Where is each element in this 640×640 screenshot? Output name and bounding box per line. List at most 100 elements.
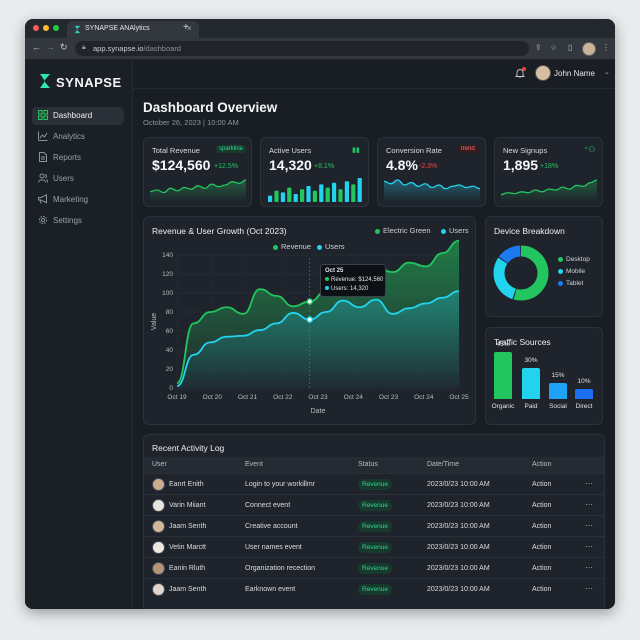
spark-bar	[312, 190, 317, 202]
users-icon	[38, 173, 48, 183]
spark-bar	[293, 194, 298, 202]
kpi-value: 1,895	[503, 157, 539, 173]
revenue-sparkline	[150, 179, 246, 202]
status-badge: Revenue	[358, 521, 393, 532]
new-tab-button[interactable]: +	[183, 22, 189, 33]
sidebar-item-reports[interactable]: Reports	[32, 149, 124, 167]
maximize-window-button[interactable]	[53, 25, 59, 31]
spark-bar	[325, 187, 330, 202]
sidebar-item-label: Marketing	[53, 195, 89, 204]
tooltip-users-text: Users: 14,320	[331, 286, 369, 292]
url-text: app.synapse.io/dashboard	[93, 44, 181, 53]
more-options-icon[interactable]: ···	[585, 521, 593, 530]
action-link[interactable]: Action	[532, 586, 551, 593]
column-header[interactable]: User	[152, 461, 167, 468]
table-row[interactable]: Jaam Senth Creative account Revenue 2023…	[144, 515, 604, 537]
action-link[interactable]: Action	[532, 481, 551, 488]
menu-kebab-icon[interactable]: ⋮	[602, 43, 610, 52]
device-breakdown-card: Device Breakdown Desktop Mobile Tablet	[485, 216, 603, 317]
kpi-card-active-users[interactable]: Active Users ▮▮ 14,320 +8.1%	[260, 137, 369, 207]
cell-datetime: 2023/0/23 10:00 AM	[427, 502, 490, 509]
url-field[interactable]: 🔒︎ app.synapse.io/dashboard	[75, 41, 529, 56]
more-options-icon[interactable]: ···	[585, 584, 593, 593]
status-badge: Revenue	[358, 542, 393, 553]
reload-icon[interactable]: ↻	[60, 42, 68, 53]
signups-sparkline	[501, 179, 597, 202]
spark-bar	[344, 181, 349, 202]
gear-icon	[38, 215, 48, 225]
traffic-bar-social[interactable]	[549, 383, 567, 399]
chart-tooltip: Oct 25 Revenue: $124,560 Users: 14,320	[320, 264, 386, 297]
traffic-bar-paid[interactable]	[522, 367, 540, 399]
kpi-card-signups[interactable]: New Signups ⁺⚇ 1,895 +18%	[494, 137, 603, 207]
bookmark-star-icon[interactable]: ☆	[550, 43, 557, 52]
column-header[interactable]: Date/Time	[427, 461, 459, 468]
kpi-card-revenue[interactable]: Total Revenue sparkline $124,560 +12.5%	[143, 137, 252, 207]
kpi-card-conversion[interactable]: Conversion Rate trend 4.8% -2.3%	[377, 137, 486, 207]
more-options-icon[interactable]: ···	[585, 500, 593, 509]
avatar	[152, 478, 165, 491]
device-legend-mobile: Mobile	[558, 268, 585, 275]
revenue-growth-chart[interactable]: 0 20 40 60 80 100 120 140 Oct 19 Oct 20 Oct 21 Oct …	[144, 217, 475, 424]
action-link[interactable]: Action	[532, 544, 551, 551]
action-link[interactable]: Action	[532, 565, 551, 572]
tab-title: SYNAPSE ANAlytics	[85, 25, 150, 32]
chevron-down-icon[interactable]: ⌄	[604, 68, 610, 76]
revenue-growth-card: Revenue & User Growth (Oct 2023) Electri…	[143, 216, 476, 425]
table-row[interactable]: Varin Miiant Connect event Revenue 2023/…	[144, 494, 604, 516]
column-header[interactable]: Action	[532, 461, 551, 468]
close-window-button[interactable]	[33, 25, 39, 31]
hover-point	[306, 298, 314, 305]
spark-bar	[274, 190, 279, 202]
minimize-window-button[interactable]	[43, 25, 49, 31]
column-header[interactable]: Status	[358, 461, 378, 468]
kpi-change: +12.5%	[214, 163, 238, 170]
browser-tab[interactable]: SYNAPSE ANAlytics ×	[67, 21, 199, 38]
legend-label: Tablet	[566, 280, 584, 287]
forward-icon[interactable]: →	[46, 42, 55, 52]
bar-value-label: 45%	[496, 341, 510, 348]
more-options-icon[interactable]: ···	[585, 479, 593, 488]
cell-event: Connect event	[245, 502, 291, 509]
user-name[interactable]: John Name	[554, 69, 595, 78]
kpi-value: $124,560	[152, 157, 211, 173]
back-icon[interactable]: ←	[32, 42, 41, 52]
table-row[interactable]: Eanin Rluth Organization recection Reven…	[144, 557, 604, 579]
sidebar-item-users[interactable]: Users	[32, 170, 124, 188]
more-options-icon[interactable]: ···	[585, 542, 593, 551]
sidebar-item-analytics[interactable]: Analytics	[32, 128, 124, 146]
spark-bar	[280, 192, 285, 202]
action-link[interactable]: Action	[532, 523, 551, 530]
x-tick-label: Oct 22	[273, 394, 293, 401]
share-icon[interactable]: ⇪	[535, 43, 542, 52]
bar-category-label: Direct	[575, 403, 593, 410]
sidebar-item-settings[interactable]: Settings	[32, 212, 124, 230]
cell-user: Eanin Rluth	[169, 565, 206, 572]
url-domain: app.synapse.io	[93, 44, 144, 53]
table-row[interactable]: Vetin Marctt User names event Revenue 20…	[144, 536, 604, 558]
more-options-icon[interactable]: ···	[585, 563, 593, 572]
status-badge: Revenue	[358, 563, 393, 574]
top-bar: John Name ⌄	[133, 60, 615, 89]
sidebar-item-marketing[interactable]: Marketing	[32, 191, 124, 209]
user-avatar[interactable]	[535, 65, 551, 81]
tab-strip: SYNAPSE ANAlytics × +	[25, 19, 615, 38]
traffic-bar-organic[interactable]	[494, 352, 512, 399]
device-donut-chart[interactable]	[491, 243, 551, 303]
sidebar-toggle-icon[interactable]: ▯	[568, 43, 572, 52]
table-row[interactable]: Jaam Senth Earknown event Revenue 2023/0…	[144, 578, 604, 600]
cell-datetime: 2023/0/23 10:00 AM	[427, 565, 490, 572]
spark-bar	[357, 178, 362, 202]
avatar	[152, 541, 165, 554]
table-row[interactable]: Eanrt Enith Login to your workillmr Reve…	[144, 473, 604, 495]
synapse-logo-icon	[40, 74, 50, 88]
legend-label: Mobile	[566, 268, 586, 275]
bar-category-label: Organic	[491, 403, 515, 410]
traffic-bar-direct[interactable]	[575, 388, 593, 399]
profile-avatar[interactable]	[582, 42, 596, 56]
spark-bar	[338, 189, 343, 202]
column-header[interactable]: Event	[245, 461, 263, 468]
x-tick-label: Oct 25	[449, 394, 469, 401]
action-link[interactable]: Action	[532, 502, 551, 509]
sidebar-item-dashboard[interactable]: Dashboard	[32, 107, 124, 125]
